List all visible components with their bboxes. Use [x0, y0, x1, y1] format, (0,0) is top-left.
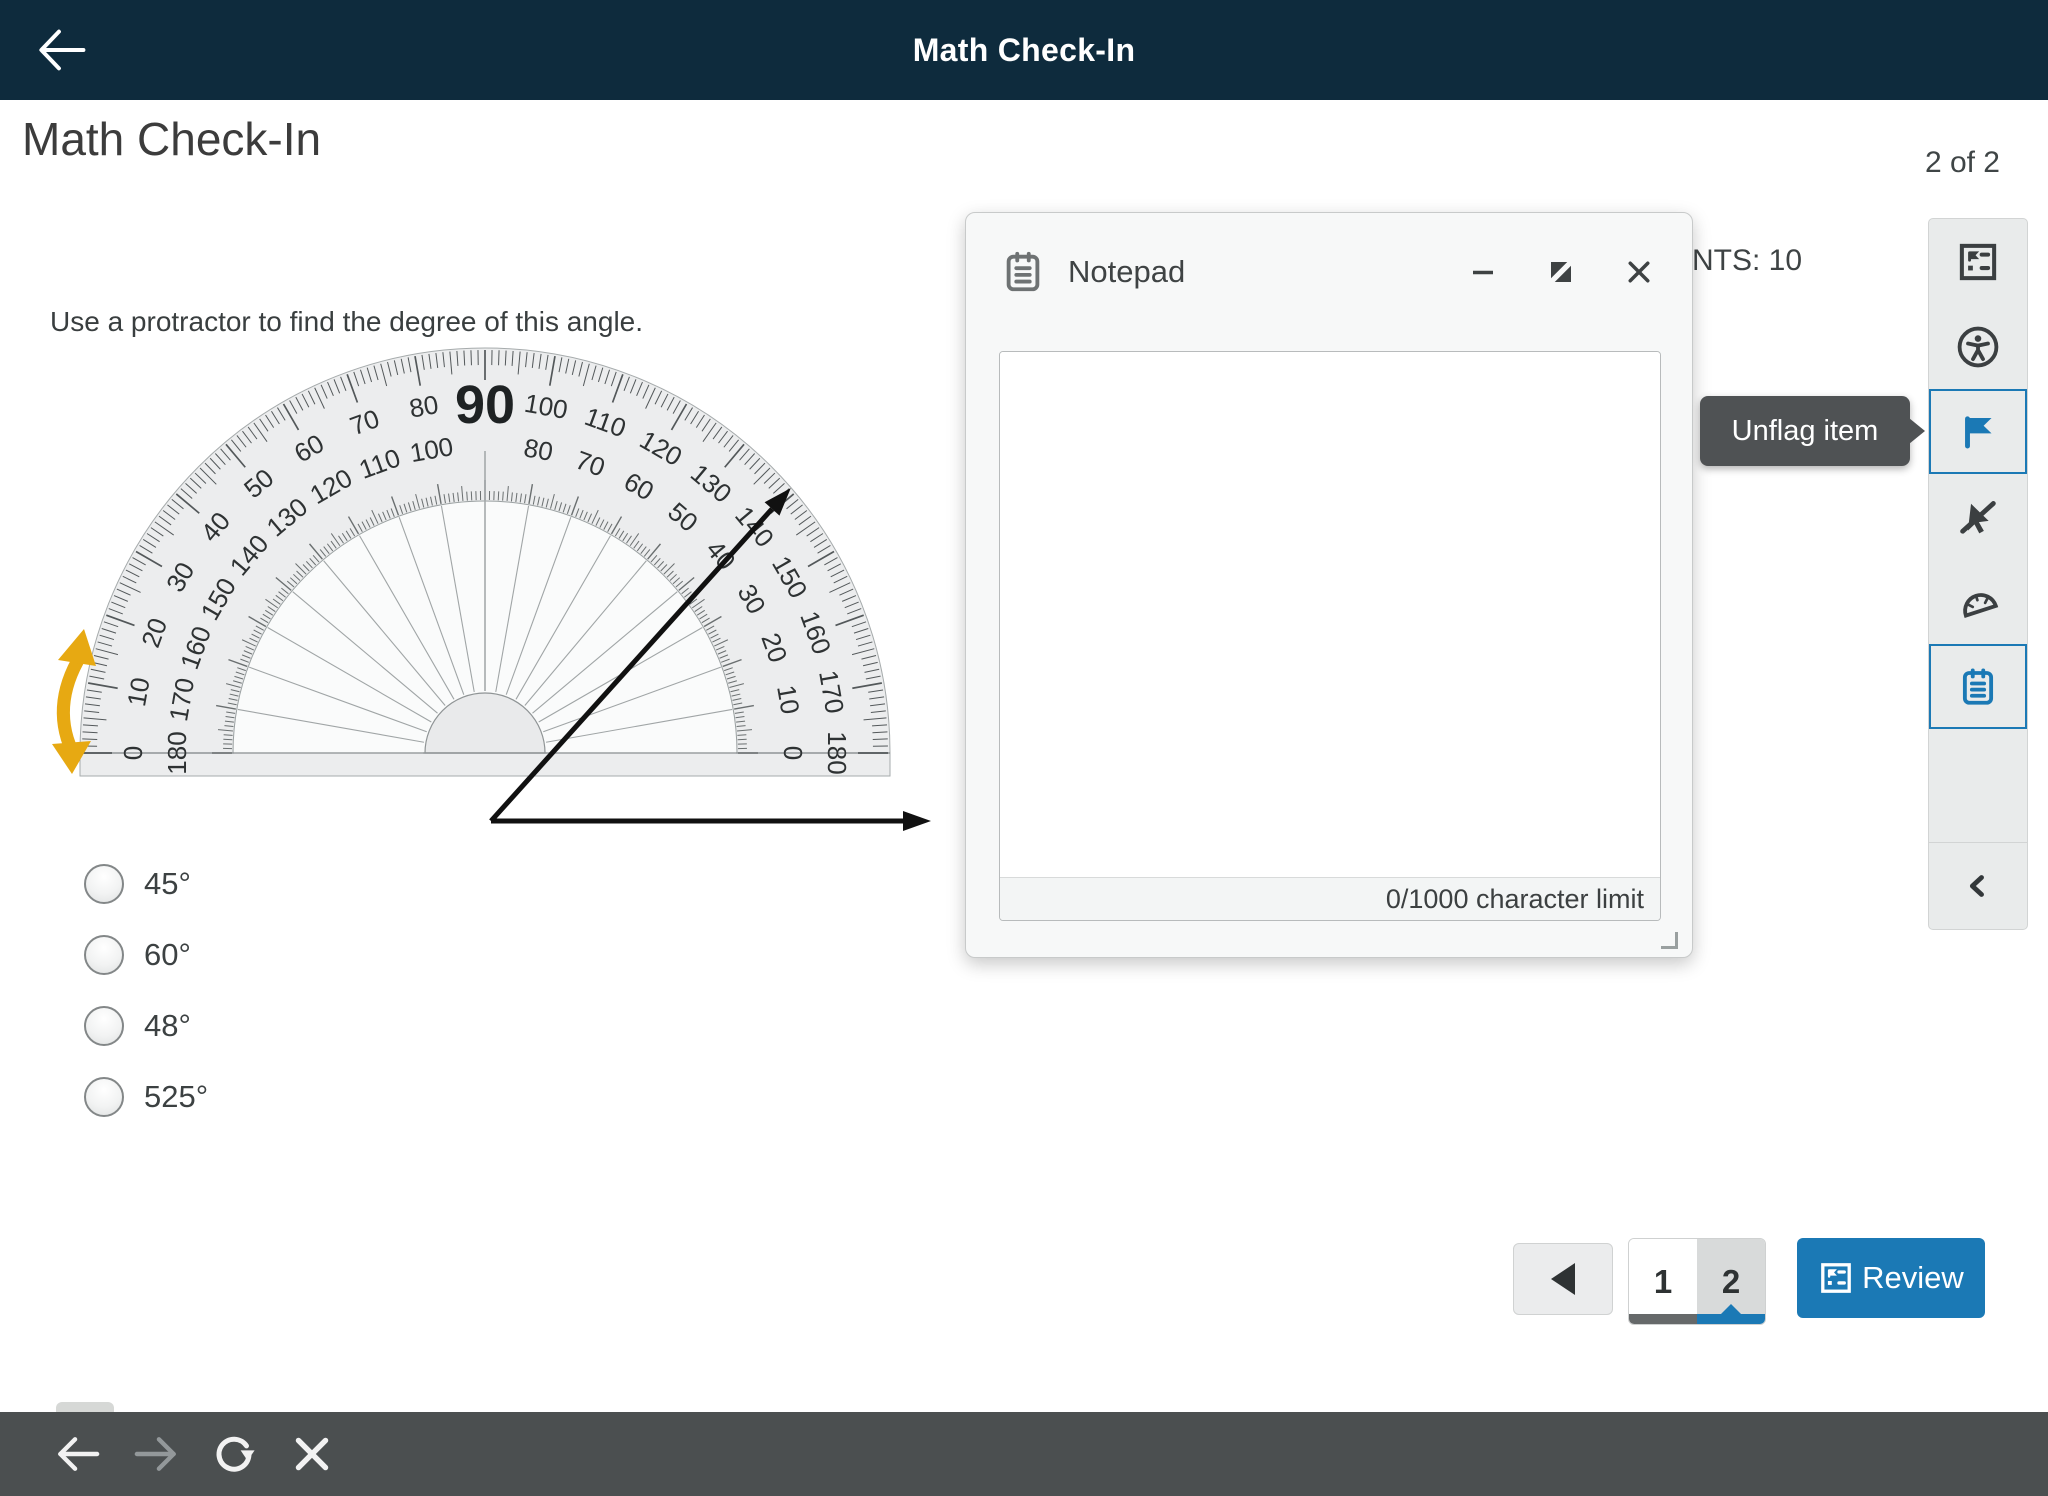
testnav-app: Math Check-In Math Check-In 2 of 2 NTS: …: [0, 0, 2048, 1496]
app-header: Math Check-In: [0, 0, 2048, 100]
answer-eliminator-tool-button[interactable]: [1929, 474, 2027, 559]
pager-item-label: 1: [1654, 1263, 1672, 1301]
sidebar-spacer: [1929, 729, 2027, 842]
tooltip-text: Unflag item: [1732, 415, 1879, 448]
previous-item-button[interactable]: [1513, 1243, 1613, 1315]
back-arrow-icon: [53, 1429, 103, 1479]
answer-option-1[interactable]: 45°: [84, 862, 208, 906]
unflag-tooltip: Unflag item: [1700, 396, 1910, 466]
review-icon: [1818, 1260, 1854, 1296]
notepad-title: Notepad: [1068, 254, 1185, 290]
pager-item-2[interactable]: 2: [1697, 1239, 1765, 1324]
svg-text:80: 80: [522, 432, 556, 467]
notepad-controls: [1466, 213, 1656, 331]
toolbar-close-button[interactable]: [286, 1428, 338, 1480]
tools-sidebar: [1928, 218, 2028, 930]
option-label: 525°: [144, 1079, 208, 1115]
option-label: 45°: [144, 866, 191, 902]
pager-item-underline: [1697, 1314, 1765, 1324]
question-prompt: Use a protractor to find the degree of t…: [50, 306, 643, 338]
option-label: 60°: [144, 937, 191, 973]
review-tool-button[interactable]: [1929, 219, 2027, 304]
previous-arrow-icon: [1551, 1263, 1575, 1295]
minimize-icon: [1468, 257, 1498, 287]
points-label: NTS: 10: [1692, 244, 1802, 278]
review-button[interactable]: Review: [1797, 1238, 1985, 1318]
toolbar-back-button[interactable]: [52, 1428, 104, 1480]
item-pager: 1 2: [1628, 1238, 1766, 1325]
expand-icon: [1546, 257, 1576, 287]
protractor-figure: 1800170101602015030140401305012060110701…: [30, 340, 970, 880]
notepad-resize-handle[interactable]: [1661, 932, 1678, 949]
sidebar-collapse-button[interactable]: [1929, 843, 2027, 929]
svg-text:180: 180: [162, 731, 192, 774]
option-label: 48°: [144, 1008, 191, 1044]
answer-options: 45° 60° 48° 525°: [84, 862, 208, 1119]
protractor-icon: [1949, 573, 2007, 631]
flag-tool-button[interactable]: [1929, 389, 2027, 474]
browser-toolbar: [0, 1412, 2048, 1496]
toolbar-refresh-button[interactable]: [208, 1428, 260, 1480]
answer-option-3[interactable]: 48°: [84, 1004, 208, 1048]
notepad-minimize-button[interactable]: [1466, 255, 1500, 289]
radio-button[interactable]: [84, 864, 124, 904]
forward-arrow-icon: [131, 1429, 181, 1479]
notepad-dialog: Notepad 0/1000 character limit: [965, 212, 1693, 958]
pager-item-underline: [1629, 1314, 1697, 1324]
review-button-label: Review: [1862, 1260, 1964, 1296]
accessibility-tool-button[interactable]: [1929, 304, 2027, 389]
back-arrow-icon: [36, 24, 88, 76]
notepad-text-region: 0/1000 character limit: [999, 351, 1661, 921]
svg-text:10: 10: [771, 683, 806, 717]
page-progress: 2 of 2: [1925, 146, 2000, 180]
svg-text:90: 90: [455, 375, 515, 435]
notepad-textarea[interactable]: [1000, 352, 1660, 877]
notepad-expand-button[interactable]: [1544, 255, 1578, 289]
character-counter: 0/1000 character limit: [1000, 877, 1660, 920]
pager-item-label: 2: [1722, 1263, 1740, 1301]
page-title: Math Check-In: [22, 112, 321, 166]
radio-button[interactable]: [84, 1006, 124, 1046]
svg-text:0: 0: [118, 746, 148, 760]
svg-text:80: 80: [407, 389, 441, 424]
answer-eliminator-icon: [1956, 495, 2000, 539]
review-icon: [1956, 240, 2000, 284]
chevron-left-icon: [1961, 869, 1995, 903]
radio-button[interactable]: [84, 935, 124, 975]
protractor-tool-button[interactable]: [1929, 559, 2027, 644]
flag-icon: [1957, 411, 1999, 453]
accessibility-icon: [1955, 324, 2001, 370]
radio-button[interactable]: [84, 1077, 124, 1117]
pager-item-1[interactable]: 1: [1629, 1239, 1697, 1324]
answer-option-2[interactable]: 60°: [84, 933, 208, 977]
close-icon: [1624, 257, 1654, 287]
notepad-icon: [1957, 666, 1999, 708]
header-back-button[interactable]: [30, 18, 94, 82]
header-title: Math Check-In: [913, 32, 1136, 69]
svg-text:10: 10: [121, 675, 156, 709]
refresh-icon: [209, 1429, 259, 1479]
toolbar-forward-button[interactable]: [130, 1428, 182, 1480]
notepad-icon: [1000, 249, 1046, 295]
svg-text:180: 180: [822, 731, 852, 774]
close-icon: [289, 1431, 335, 1477]
answer-option-4[interactable]: 525°: [84, 1075, 208, 1119]
notepad-close-button[interactable]: [1622, 255, 1656, 289]
notepad-tool-button[interactable]: [1929, 644, 2027, 729]
svg-text:0: 0: [778, 746, 808, 760]
notepad-dialog-header[interactable]: Notepad: [966, 213, 1692, 331]
